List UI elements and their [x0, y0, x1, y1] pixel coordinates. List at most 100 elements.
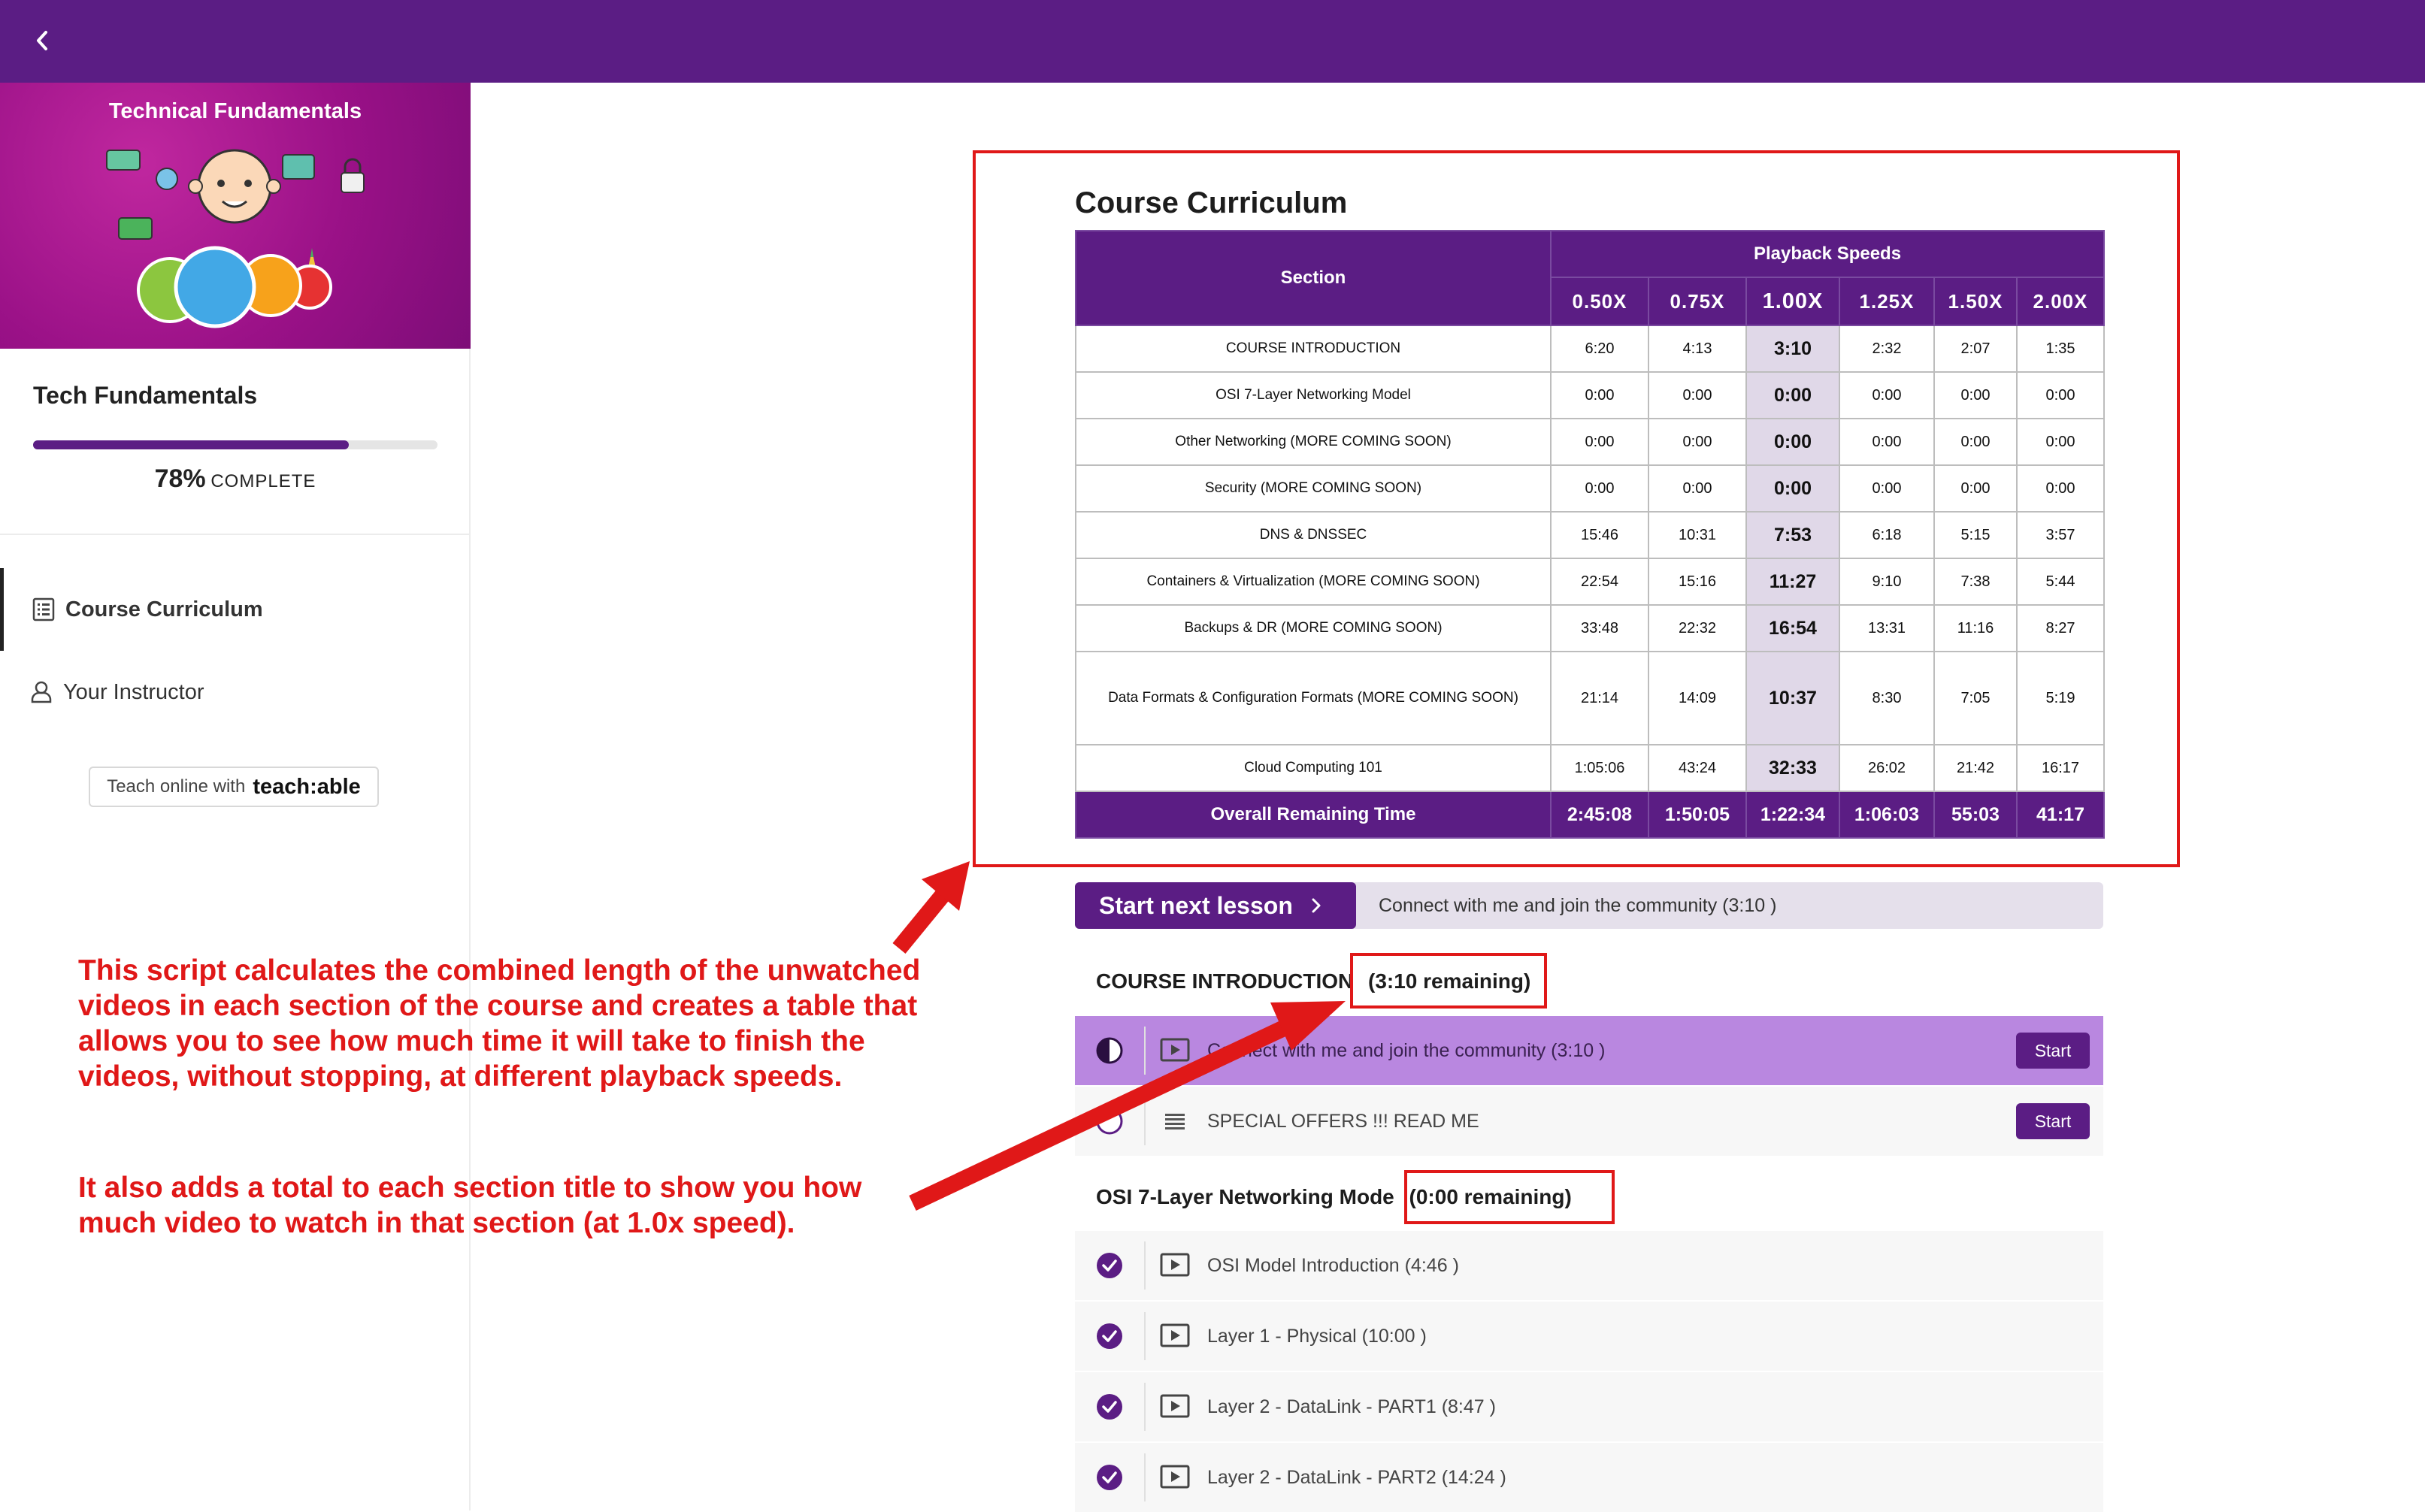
progress-bar-fill: [33, 440, 349, 449]
progress-label: 78% COMPLETE: [0, 464, 471, 494]
start-next-lesson-label: Start next lesson: [1099, 891, 1293, 919]
annotation-text-1: This script calculates the combined leng…: [78, 954, 921, 1093]
lesson-status: [1075, 1231, 1144, 1300]
time-cell-1x: 10:37: [1745, 651, 1840, 745]
section-name: DNS & DNSSEC: [1075, 511, 1552, 559]
lesson-row[interactable]: Layer 1 - Physical (10:00 ): [1075, 1302, 2103, 1371]
table-row: Other Networking (MORE COMING SOON) 0:00…: [1075, 418, 2106, 466]
time-cell: 6:18: [1839, 511, 1935, 559]
lesson-divider: [1144, 1383, 1146, 1431]
table-total-row: Overall Remaining Time 2:45:08 1:50:05 1…: [1075, 791, 2106, 839]
time-cell: 22:32: [1648, 604, 1747, 652]
time-cell: 2:07: [1933, 325, 2018, 373]
time-cell-1x: 7:53: [1745, 511, 1840, 559]
check-circle-icon: [1097, 1253, 1122, 1278]
time-cell: 0:00: [1933, 371, 2018, 419]
lesson-divider: [1144, 1312, 1146, 1360]
sidebar-item-course-curriculum[interactable]: Course Curriculum: [0, 568, 469, 651]
table-row: Backups & DR (MORE COMING SOON) 33:48 22…: [1075, 604, 2106, 652]
section-name: Containers & Virtualization (MORE COMING…: [1075, 558, 1552, 606]
top-bar: [0, 0, 2425, 83]
lesson-divider: [1144, 1027, 1146, 1075]
half-circle-progress-icon: [1096, 1037, 1123, 1064]
lesson-title: Layer 1 - Physical (10:00 ): [1207, 1326, 1427, 1347]
annotation-text-2: It also adds a total to each section tit…: [78, 1172, 862, 1239]
course-banner-image: Technical Fundamentals: [0, 83, 471, 349]
speed-header: 1.50X: [1933, 277, 2018, 326]
time-cell: 0:00: [2015, 418, 2106, 466]
sidebar-divider: [0, 534, 471, 535]
teachable-badge[interactable]: Teach online with teach:able: [89, 767, 379, 807]
time-cell: 5:15: [1933, 511, 2018, 559]
empty-circle-icon: [1096, 1108, 1123, 1135]
lesson-row[interactable]: Layer 2 - DataLink - PART2 (14:24 ): [1075, 1443, 2103, 1512]
progress-complete-text: COMPLETE: [210, 471, 316, 491]
chevron-left-icon: [37, 31, 47, 50]
time-cell: 1:35: [2015, 325, 2106, 373]
lesson-start-button[interactable]: Start: [2016, 1103, 2090, 1139]
total-cell: 2:45:08: [1550, 791, 1649, 839]
annotation-box-remaining-1: [1350, 953, 1547, 1009]
time-cell: 0:00: [1839, 371, 1935, 419]
teachable-logo: teach:able: [253, 774, 361, 799]
start-next-lesson-button[interactable]: Start next lesson: [1075, 882, 1356, 929]
total-label: Overall Remaining Time: [1075, 791, 1552, 839]
time-cell: 5:44: [2015, 558, 2106, 606]
lesson-row[interactable]: OSI Model Introduction (4:46 ): [1075, 1231, 2103, 1300]
time-cell: 0:00: [2015, 464, 2106, 513]
section-column-header: Section: [1075, 230, 1552, 326]
lesson-type-icon: [1159, 1250, 1191, 1281]
lesson-divider: [1144, 1453, 1146, 1501]
banner-illustration: [106, 149, 365, 328]
next-lesson-title[interactable]: Connect with me and join the community (…: [1379, 882, 1776, 929]
time-cell: 22:54: [1550, 558, 1649, 606]
time-cell: 11:16: [1933, 604, 2018, 652]
lesson-title: SPECIAL OFFERS !!! READ ME: [1207, 1111, 1479, 1132]
sidebar-item-label: Your Instructor: [63, 679, 204, 704]
lesson-divider: [1144, 1241, 1146, 1290]
video-icon: [1160, 1323, 1190, 1347]
sidebar-item-your-instructor[interactable]: Your Instructor: [0, 651, 469, 733]
lesson-start-button[interactable]: Start: [2016, 1033, 2090, 1069]
video-icon: [1160, 1465, 1190, 1489]
table-row: Security (MORE COMING SOON) 0:00 0:00 0:…: [1075, 464, 2106, 513]
speed-header: 0.50X: [1550, 277, 1649, 326]
time-cell: 33:48: [1550, 604, 1649, 652]
time-cell-1x: 16:54: [1745, 604, 1840, 652]
section-name: OSI 7-Layer Networking Model: [1075, 371, 1552, 419]
time-cell: 15:16: [1648, 558, 1747, 606]
course-title: Tech Fundamentals: [33, 382, 258, 409]
total-cell: 55:03: [1933, 791, 2018, 839]
section-name: Security (MORE COMING SOON): [1075, 464, 1552, 513]
time-cell: 6:20: [1550, 325, 1649, 373]
time-cell: 5:19: [2015, 651, 2106, 745]
time-cell-1x: 0:00: [1745, 371, 1840, 419]
time-cell: 0:00: [1839, 418, 1935, 466]
time-cell: 16:17: [2015, 744, 2106, 792]
lesson-row[interactable]: Layer 2 - DataLink - PART1 (8:47 ): [1075, 1372, 2103, 1441]
sidebar: Technical Fundamentals Tech Fundamentals…: [0, 83, 471, 1510]
lesson-type-icon: [1159, 1321, 1191, 1351]
lesson-type-icon: [1159, 1392, 1191, 1422]
curriculum-table-title: Course Curriculum: [1075, 186, 1348, 219]
section-title-text: OSI 7-Layer Networking Mode: [1096, 1185, 1394, 1208]
time-cell: 0:00: [1933, 464, 2018, 513]
time-cell: 15:46: [1550, 511, 1649, 559]
start-next-lesson-bar: Start next lesson Connect with me and jo…: [1075, 882, 2103, 929]
lesson-row[interactable]: Connect with me and join the community (…: [1075, 1016, 2103, 1085]
sidebar-item-label: Course Curriculum: [65, 597, 263, 621]
progress-percent: 78%: [154, 464, 206, 493]
lesson-title: Connect with me and join the community (…: [1207, 1040, 1606, 1061]
total-cell: 41:17: [2015, 791, 2106, 839]
time-cell: 8:27: [2015, 604, 2106, 652]
speed-header: 1.25X: [1839, 277, 1935, 326]
lesson-row[interactable]: SPECIAL OFFERS !!! READ ME Start: [1075, 1087, 2103, 1156]
lesson-status: [1075, 1016, 1144, 1085]
lesson-status: [1075, 1443, 1144, 1512]
chevron-right-icon: [1312, 898, 1321, 913]
time-cell: 0:00: [1933, 418, 2018, 466]
time-cell: 9:10: [1839, 558, 1935, 606]
video-icon: [1160, 1394, 1190, 1418]
back-button[interactable]: [21, 20, 63, 62]
lesson-title: OSI Model Introduction (4:46 ): [1207, 1255, 1459, 1276]
